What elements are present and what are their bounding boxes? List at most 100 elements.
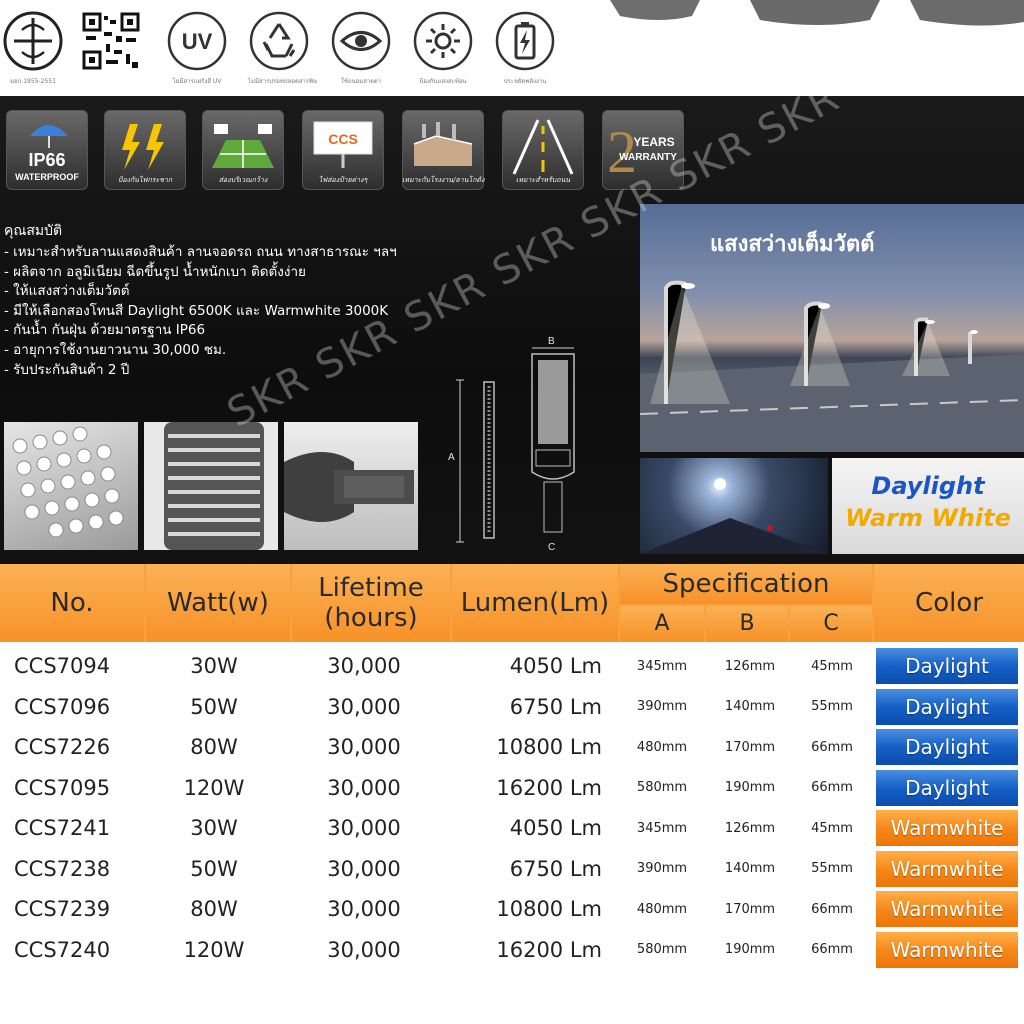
cert-uv: UV ไม่มีสารแผ่รังสี UV bbox=[166, 10, 228, 88]
uv-label: UV bbox=[182, 29, 213, 54]
header-color: Color bbox=[874, 564, 1024, 642]
cell-c: 45mm bbox=[811, 658, 853, 674]
cell-b: 190mm bbox=[724, 780, 776, 795]
cell-b: 140mm bbox=[724, 861, 776, 876]
eye-icon bbox=[331, 11, 391, 71]
cell-no: CCS7096 bbox=[14, 694, 111, 719]
table-row: CCS7240 120W 30,000 16200 Lm 580mm 190mm 66mm W… bbox=[0, 930, 1024, 970]
feature-factory: เหมาะกับโรงงาน/ลานโกดัง bbox=[402, 110, 484, 190]
cert-recycle: ไม่มีสารปรอทปลอดสารพิษ bbox=[248, 10, 317, 88]
ip66-title: IP66 bbox=[28, 150, 65, 170]
header-spec-c: C bbox=[790, 606, 872, 642]
cell-lumen: 4050 Lm bbox=[509, 816, 602, 840]
cell-color-badge: Warmwhite bbox=[876, 810, 1018, 846]
cert-tis: มอก.1955-2551 bbox=[2, 10, 64, 88]
cell-b: 190mm bbox=[724, 942, 776, 957]
cell-b: 170mm bbox=[724, 901, 776, 917]
table-row: CCS7241 30W 30,000 4050 Lm 345mm 126mm 45mm War… bbox=[0, 808, 1024, 848]
table-row: CCS7095 120W 30,000 16200 Lm 580mm 190mm 66mm D… bbox=[0, 768, 1024, 808]
cert-caption: มอก.1955-2551 bbox=[10, 78, 56, 85]
cell-watt: 120W bbox=[183, 937, 245, 962]
header-watt: Watt(w) bbox=[146, 564, 290, 642]
cell-lumen: 10800 Lm bbox=[496, 897, 602, 921]
cell-color-badge: Warmwhite bbox=[876, 850, 1018, 887]
warranty-years: YEARS bbox=[633, 135, 674, 149]
recycle-icon bbox=[249, 11, 309, 71]
cell-b: 140mm bbox=[724, 699, 776, 714]
cert-caption: ไม่มีสารแผ่รังสี UV bbox=[172, 78, 222, 85]
cell-no: CCS7241 bbox=[14, 816, 111, 840]
sun-icon bbox=[413, 11, 473, 71]
cell-lumen: 10800 Lm bbox=[496, 735, 602, 759]
cell-lumen: 16200 Lm bbox=[496, 775, 602, 800]
cell-b: 126mm bbox=[724, 658, 776, 674]
cell-c: 55mm bbox=[811, 699, 853, 714]
header-spec-a: A bbox=[620, 606, 704, 642]
table-row: CCS7226 80W 30,000 10800 Lm 480mm 170mm 66mm Da… bbox=[0, 727, 1024, 767]
cell-c: 55mm bbox=[811, 861, 853, 876]
cell-life: 30,000 bbox=[327, 897, 401, 921]
feature-label: ไฟส่องป้ายต่างๆ bbox=[318, 176, 368, 184]
header-lumen: Lumen(Lm) bbox=[452, 564, 618, 642]
cell-color-badge: Warmwhite bbox=[876, 931, 1018, 968]
cell-no: CCS7239 bbox=[14, 897, 111, 921]
cell-life: 30,000 bbox=[327, 816, 401, 840]
cell-a: 390mm bbox=[636, 699, 688, 714]
qr-code-icon bbox=[82, 12, 140, 70]
cell-no: CCS7095 bbox=[14, 775, 111, 800]
cell-color-badge: Daylight bbox=[876, 769, 1018, 806]
cell-watt: 30W bbox=[190, 654, 238, 678]
cell-lumen: 6750 Lm bbox=[509, 856, 602, 881]
header-lifetime: Lifetime (hours) bbox=[292, 564, 450, 642]
table-row: CCS7096 50W 30,000 6750 Lm 390mm 140mm 55mm Day… bbox=[0, 687, 1024, 727]
cell-a: 480mm bbox=[636, 739, 688, 755]
mount-bracket-photo bbox=[284, 422, 418, 550]
street-photo: แสงสว่างเต็มวัตต์ bbox=[640, 204, 1024, 452]
tis-standard-icon bbox=[3, 11, 63, 71]
cell-life: 30,000 bbox=[327, 694, 401, 719]
table-row: CCS7094 30W 30,000 4050 Lm 345mm 126mm 45mm Day… bbox=[0, 646, 1024, 686]
header-no: No. bbox=[0, 564, 144, 642]
cell-lumen: 4050 Lm bbox=[509, 654, 602, 678]
cell-a: 580mm bbox=[636, 780, 688, 795]
cell-watt: 50W bbox=[190, 856, 238, 881]
cell-b: 170mm bbox=[724, 739, 776, 755]
cell-life: 30,000 bbox=[327, 856, 401, 881]
lamp-product-tops bbox=[610, 0, 1024, 26]
cell-c: 45mm bbox=[811, 820, 853, 836]
road-photo-title: แสงสว่างเต็มวัตต์ bbox=[710, 232, 875, 257]
cell-a: 345mm bbox=[636, 658, 688, 674]
ip66-waterproof: WATERPROOF bbox=[15, 172, 79, 182]
dim-label-a: A bbox=[448, 452, 455, 463]
dimension-drawing: A B C bbox=[448, 336, 575, 553]
dim-label-b: B bbox=[548, 336, 555, 347]
cell-lumen: 16200 Lm bbox=[496, 937, 602, 962]
cert-eye: ใช้ถนอมสายตา bbox=[330, 10, 392, 88]
feature-icons: IP66 WATERPROOF ป้องกันไฟกระชาก ส่องบริเ… bbox=[6, 110, 706, 196]
cell-no: CCS7238 bbox=[14, 856, 111, 881]
table-row: CCS7239 80W 30,000 10800 Lm 480mm 170mm 66mm Wa… bbox=[0, 889, 1024, 929]
product-panel: IP66 WATERPROOF ป้องกันไฟกระชาก ส่องบริเ… bbox=[0, 96, 1024, 564]
cell-life: 30,000 bbox=[327, 735, 401, 759]
cell-lumen: 6750 Lm bbox=[509, 694, 602, 719]
cell-c: 66mm bbox=[811, 942, 853, 957]
cell-a: 580mm bbox=[636, 942, 688, 957]
feature-surge: ป้องกันไฟกระชาก bbox=[104, 110, 186, 190]
fog-street-photo bbox=[640, 458, 828, 554]
cell-watt: 80W bbox=[190, 735, 238, 759]
cert-battery: ประหยัดพลังงาน bbox=[494, 10, 556, 88]
cell-color-badge: Daylight bbox=[876, 729, 1018, 765]
billboard-badge: CCS bbox=[328, 131, 358, 147]
cell-c: 66mm bbox=[811, 739, 853, 755]
cell-watt: 80W bbox=[190, 897, 238, 921]
daylight-label: Daylight bbox=[871, 472, 985, 500]
cell-watt: 30W bbox=[190, 816, 238, 840]
feature-wide-area: ส่องบริเวณกว้าง bbox=[202, 110, 284, 190]
umbrella-icon: IP66 WATERPROOF bbox=[15, 125, 79, 182]
cell-b: 126mm bbox=[724, 820, 776, 836]
led-closeup-photo bbox=[4, 422, 138, 550]
feature-label: เหมาะกับโรงงาน/ลานโกดัง bbox=[402, 176, 485, 184]
cell-color-badge: Daylight bbox=[876, 648, 1018, 684]
cell-no: CCS7094 bbox=[14, 654, 111, 678]
cell-a: 390mm bbox=[636, 861, 688, 876]
